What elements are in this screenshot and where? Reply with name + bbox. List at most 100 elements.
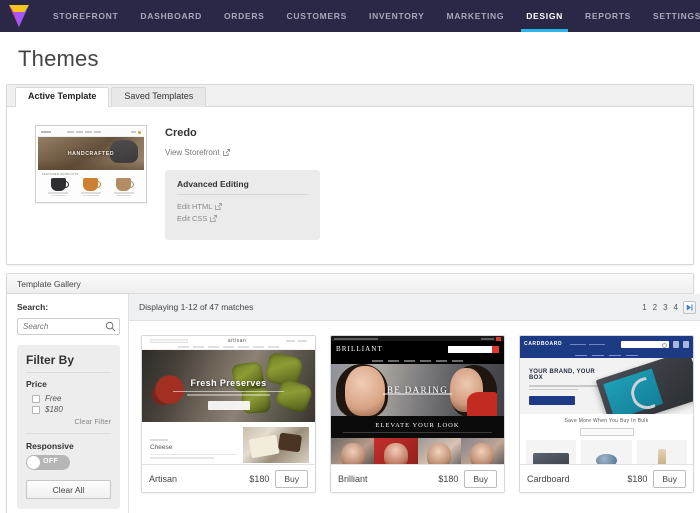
filter-option-label: $180 [45, 405, 63, 415]
preview-brand: CARDBOARD [524, 341, 563, 348]
toggle-state-label: OFF [43, 458, 59, 466]
toggle-knob [27, 456, 40, 470]
buy-button[interactable]: Buy [464, 469, 497, 488]
buy-button[interactable]: Buy [275, 469, 308, 488]
nav-label: STOREFRONT [53, 11, 119, 21]
vermilion-logo-icon[interactable] [8, 4, 30, 28]
tab-saved-templates[interactable]: Saved Templates [111, 87, 207, 107]
tab-active-template[interactable]: Active Template [15, 87, 110, 107]
search-label: Search: [17, 302, 49, 313]
search-icon[interactable] [105, 319, 116, 332]
template-gallery-body: Search: Filter By Price Free $180 Cl [7, 294, 700, 513]
external-link-icon [215, 203, 223, 211]
preview-brand: BRILLIANT [336, 345, 383, 354]
clear-all-button[interactable]: Clear All [26, 480, 111, 500]
filter-by-title: Filter By [26, 353, 111, 374]
gallery-results-bar: Displaying 1-12 of 47 matches 1 2 3 4 [129, 294, 700, 322]
nav-label: DESIGN [526, 11, 564, 21]
next-page-icon[interactable] [683, 300, 696, 314]
top-navigation-bar: STOREFRONT DASHBOARD ORDERS CUSTOMERS IN… [0, 0, 700, 32]
preview-hero-text: Fresh Preserves [190, 377, 267, 388]
template-card-artisan[interactable]: artisan Fresh Preserves Cheese Artisan $… [141, 335, 316, 494]
clear-filter-link[interactable]: Clear Filter [26, 417, 111, 426]
nav-item-reports[interactable]: REPORTS [574, 0, 642, 32]
card-preview: BRILLIANT BE DARING ELEVATE YOUR LOOK [331, 336, 504, 465]
nav-label: REPORTS [585, 11, 632, 21]
advanced-editing-box: Advanced Editing Edit HTML Edit CSS [165, 170, 320, 241]
preview-hero: HANDCRAFTED [38, 137, 144, 170]
buy-button[interactable]: Buy [653, 469, 686, 488]
nav-label: DASHBOARD [140, 11, 202, 21]
card-footer: Artisan $180 Buy [142, 464, 315, 493]
nav-label: INVENTORY [369, 11, 425, 21]
credo-preview: HANDCRAFTED FEATURED PRODUCTS [38, 128, 144, 200]
nav-item-customers[interactable]: CUSTOMERS [276, 0, 358, 32]
template-tabstrip: Active Template Saved Templates [7, 85, 693, 107]
preview-section-text: Save More When You Buy In Bulk [564, 418, 649, 425]
filter-responsive-label: Responsive [26, 441, 74, 452]
card-price: $180 [627, 473, 648, 484]
card-price: $180 [438, 473, 459, 484]
template-card-cardboard[interactable]: CARDBOARD YOUR BRAND, YOUR BOX Save More… [519, 335, 694, 494]
external-link-icon [210, 214, 218, 222]
preview-featured-label: FEATURED PRODUCTS [42, 172, 79, 176]
nav-item-design[interactable]: DESIGN [515, 0, 574, 32]
nav-items: STOREFRONT DASHBOARD ORDERS CUSTOMERS IN… [42, 0, 700, 32]
card-footer: Brilliant $180 Buy [331, 464, 504, 493]
nav-item-storefront[interactable]: STOREFRONT [42, 0, 129, 32]
view-storefront-link[interactable]: View Storefront [165, 148, 230, 157]
template-gallery-panel: Template Gallery Search: Filter By Price… [6, 273, 700, 513]
active-template-panel: Active Template Saved Templates HANDCRAF… [6, 84, 694, 266]
edit-css-label: Edit CSS [177, 213, 208, 223]
results-count: Displaying 1-12 of 47 matches [139, 302, 254, 313]
template-card-list: artisan Fresh Preserves Cheese Artisan $… [129, 321, 700, 494]
active-template-name: Credo [165, 127, 197, 139]
active-template-body: HANDCRAFTED FEATURED PRODUCTS Credo View… [7, 107, 693, 264]
checkbox-icon[interactable] [32, 394, 40, 403]
filter-checkbox-180[interactable]: $180 [26, 404, 111, 415]
nav-label: SETTINGS [653, 11, 700, 21]
card-preview: CARDBOARD YOUR BRAND, YOUR BOX Save More… [520, 336, 693, 465]
card-preview: artisan Fresh Preserves Cheese [142, 336, 315, 465]
nav-item-marketing[interactable]: MARKETING [435, 0, 515, 32]
card-name: Artisan [149, 473, 178, 484]
page-2[interactable]: 2 [652, 303, 658, 312]
pagination: 1 2 3 4 [641, 300, 696, 314]
card-footer: Cardboard $180 Buy [520, 464, 693, 493]
edit-css-link[interactable]: Edit CSS [177, 213, 308, 225]
card-name: Cardboard [527, 473, 570, 484]
preview-section-text: Cheese [150, 443, 173, 451]
gallery-sidebar: Search: Filter By Price Free $180 Cl [7, 294, 129, 513]
preview-topbar [38, 128, 144, 137]
view-storefront-label: View Storefront [165, 148, 220, 157]
gallery-main: Displaying 1-12 of 47 matches 1 2 3 4 ar… [129, 294, 700, 513]
active-template-info: Credo View Storefront Advanced Editing E… [165, 125, 679, 241]
card-name: Brilliant [338, 473, 368, 484]
nav-item-dashboard[interactable]: DASHBOARD [129, 0, 213, 32]
external-link-icon [222, 149, 230, 156]
filter-divider [26, 433, 111, 435]
page-title: Themes [18, 46, 99, 71]
page-4[interactable]: 4 [673, 303, 679, 312]
edit-html-link[interactable]: Edit HTML [177, 201, 308, 213]
card-price: $180 [249, 473, 270, 484]
nav-label: ORDERS [223, 11, 265, 21]
advanced-editing-title: Advanced Editing [177, 179, 308, 195]
checkbox-icon[interactable] [32, 405, 40, 414]
active-template-thumbnail[interactable]: HANDCRAFTED FEATURED PRODUCTS [35, 125, 147, 203]
page-3[interactable]: 3 [662, 303, 668, 312]
nav-item-settings[interactable]: SETTINGS [642, 0, 700, 32]
responsive-toggle[interactable]: OFF [26, 455, 70, 471]
preview-brand: artisan [227, 338, 247, 344]
preview-hero-text: HANDCRAFTED [67, 150, 115, 157]
template-card-brilliant[interactable]: BRILLIANT BE DARING ELEVATE YOUR LOOK Br… [330, 335, 505, 494]
filter-by-box: Filter By Price Free $180 Clear Filter R… [17, 345, 120, 510]
filter-price-label: Price [26, 379, 47, 390]
page-1[interactable]: 1 [641, 303, 647, 312]
preview-section-text: ELEVATE YOUR LOOK [375, 421, 460, 429]
nav-item-orders[interactable]: ORDERS [213, 0, 276, 32]
preview-featured: FEATURED PRODUCTS [38, 170, 144, 200]
filter-checkbox-free[interactable]: Free [26, 393, 111, 404]
template-gallery-header: Template Gallery [7, 274, 693, 295]
nav-item-inventory[interactable]: INVENTORY [358, 0, 435, 32]
